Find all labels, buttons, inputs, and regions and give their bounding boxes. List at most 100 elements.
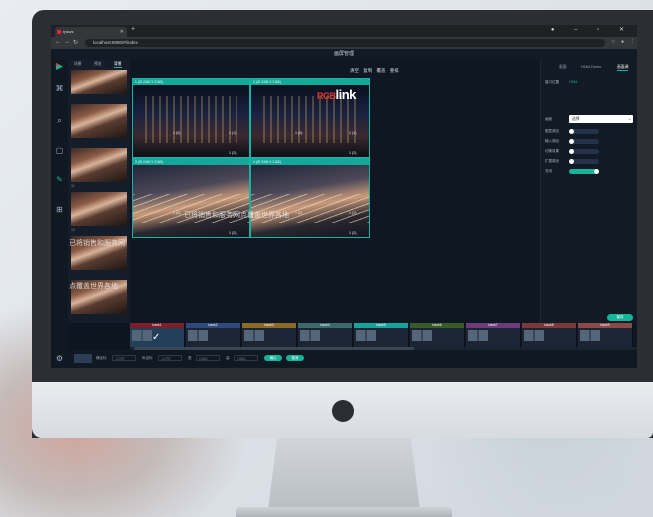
left-icon-rail: ⌘ ⌕ ▢ ✎ ⊞ bbox=[51, 60, 68, 368]
scene-layout-preview bbox=[412, 330, 432, 341]
toolbar-overlay[interactable]: 覆盖 bbox=[377, 68, 386, 73]
scene-bank-4[interactable]: bank4 bbox=[298, 323, 353, 347]
thumb-tab-1[interactable]: 预览 bbox=[94, 62, 102, 67]
scene-bank-6[interactable]: bank6 bbox=[410, 323, 465, 347]
browser-tab-title: rpsws bbox=[63, 29, 74, 34]
thumbnail-1[interactable] bbox=[71, 104, 127, 138]
save-button[interactable]: 保存 bbox=[607, 314, 633, 321]
profile-icon[interactable]: ● bbox=[621, 39, 624, 45]
prop-label: 窗口位置 bbox=[545, 80, 559, 84]
x-input[interactable]: -12797 bbox=[112, 355, 136, 361]
thumbnail-caption: 12 bbox=[71, 228, 75, 232]
toggle-input[interactable] bbox=[569, 139, 599, 144]
star-icon[interactable]: ☆ bbox=[611, 39, 615, 45]
scene-layout-preview bbox=[524, 330, 544, 341]
toggle-expand[interactable] bbox=[569, 159, 599, 164]
cancel-button[interactable]: 取消 bbox=[286, 355, 304, 361]
thumbnail-0[interactable] bbox=[71, 70, 127, 94]
layer-window-2[interactable]: 2 (ID 2400 X 2160) RGBlink 1 (0) 1 (1) 1… bbox=[250, 78, 370, 158]
preview-toolbar: 清空 复制 覆盖 重排 bbox=[350, 68, 399, 74]
scene-bank-1[interactable]: bank1 ✓ bbox=[130, 323, 185, 347]
scene-bank-name: bank1 bbox=[130, 323, 184, 328]
window-label: 1 (0) bbox=[295, 131, 303, 135]
scene-layout-preview bbox=[244, 330, 264, 341]
browser-tab-strip: rpsws ✕ + ● – ▫ ✕ bbox=[51, 25, 637, 37]
mode-select[interactable]: 选择 ⌄ bbox=[569, 115, 633, 123]
thumbnail-caption: 11 bbox=[71, 184, 75, 188]
close-tab-icon[interactable]: ✕ bbox=[120, 27, 124, 37]
scene-layout-preview bbox=[580, 330, 600, 341]
prop-label: 画面 bbox=[545, 117, 552, 121]
source-thumbnail-panel: 场景 预览 背景 11 12 已将销售和服务网 点覆盖世界各地 bbox=[68, 60, 130, 323]
scene-layout-preview bbox=[188, 330, 208, 341]
field-label: 高 bbox=[226, 356, 230, 360]
toolbar-clear[interactable]: 清空 bbox=[350, 68, 359, 73]
rgblink-logo: RGBlink bbox=[317, 87, 356, 102]
share-network-icon[interactable]: ⌘ bbox=[55, 84, 64, 93]
new-tab-icon[interactable]: + bbox=[131, 26, 135, 33]
color-swatch[interactable] bbox=[74, 354, 92, 363]
thumb-tab-0[interactable]: 场景 bbox=[74, 62, 82, 67]
toggle-close[interactable] bbox=[569, 169, 599, 174]
properties-tabs: 画面 H264 Demo 画面调 bbox=[541, 64, 637, 72]
scene-bank-9[interactable]: bank9 bbox=[578, 323, 633, 347]
bottom-position-bar: 横坐标 -12797 纵坐标 -12797 宽 10081 高 10081 确认… bbox=[68, 350, 637, 368]
scene-bank-name: bank8 bbox=[522, 323, 576, 328]
window-controls[interactable]: ● – ▫ ✕ bbox=[551, 26, 633, 33]
prop-tab-0[interactable]: 画面 bbox=[559, 65, 567, 70]
toggle-layer[interactable] bbox=[569, 129, 599, 134]
thumb-overlay-text: 点覆盖世界各地 bbox=[69, 283, 118, 290]
browser-tab[interactable]: rpsws ✕ bbox=[55, 27, 127, 37]
search-icon[interactable]: ⌕ bbox=[55, 116, 64, 125]
prop-label: 扩展调出 bbox=[545, 159, 559, 163]
scene-bank-2[interactable]: bank2 bbox=[186, 323, 241, 347]
window-label: 1 (2) bbox=[229, 231, 237, 235]
scene-bank-name: bank2 bbox=[186, 323, 240, 328]
toolbar-rearrange[interactable]: 重排 bbox=[390, 68, 399, 73]
forward-icon[interactable]: → bbox=[64, 39, 70, 45]
layer-window-1[interactable]: 1 (ID 2400 X 2160) 1 (0) 1 (1) 1 (2) bbox=[132, 78, 250, 158]
window-image bbox=[133, 165, 249, 237]
toggle-switch-effect[interactable] bbox=[569, 149, 599, 154]
y-input[interactable]: -12797 bbox=[158, 355, 182, 361]
thumbnail-3[interactable]: 12 bbox=[71, 192, 127, 232]
toolbar-copy[interactable]: 复制 bbox=[363, 68, 372, 73]
settings-gear-icon[interactable]: ⚙ bbox=[51, 350, 68, 368]
height-input[interactable]: 10081 bbox=[234, 355, 258, 361]
prop-tab-2[interactable]: 画面调 bbox=[617, 65, 629, 71]
chevron-down-icon: ⌄ bbox=[627, 117, 631, 121]
scene-bank-7[interactable]: bank7 bbox=[466, 323, 521, 347]
scene-layout-preview bbox=[132, 330, 152, 341]
layer-window-4[interactable]: 4 (ID 2400 X 2160) 1 (0) 1 (1) 1 (2) bbox=[250, 158, 370, 238]
scene-layout-preview bbox=[468, 330, 488, 341]
scene-bank-name: bank5 bbox=[354, 323, 408, 328]
brand-rgb: RGB bbox=[317, 91, 336, 101]
favicon-icon bbox=[57, 30, 61, 34]
field-label: 纵坐标 bbox=[142, 356, 153, 360]
reload-icon[interactable]: ↻ bbox=[73, 39, 78, 46]
brand-link: link bbox=[335, 87, 357, 102]
grid-icon[interactable]: ⊞ bbox=[55, 205, 64, 214]
scene-bank-5[interactable]: bank5 bbox=[354, 323, 409, 347]
thumb-tab-2[interactable]: 背景 bbox=[114, 62, 122, 68]
scene-bank-strip: bank1 ✓ bank2 bank3 bank4 bank5 bank6 bank7 bank… bbox=[130, 323, 637, 347]
square-icon[interactable]: ▢ bbox=[55, 146, 64, 155]
scene-bank-name: bank7 bbox=[466, 323, 520, 328]
scene-bank-3[interactable]: bank3 bbox=[242, 323, 297, 347]
back-icon[interactable]: ← bbox=[55, 39, 61, 45]
preview-canvas: 清空 复制 覆盖 重排 1 (ID 2400 X 2160) 1 (0) 1 (… bbox=[130, 60, 540, 323]
scene-layout-preview bbox=[356, 330, 376, 341]
edit-icon[interactable]: ✎ bbox=[55, 175, 64, 184]
width-input[interactable]: 10081 bbox=[196, 355, 220, 361]
confirm-button[interactable]: 确认 bbox=[264, 355, 282, 361]
window-image bbox=[133, 85, 249, 157]
thumbnail-2[interactable]: 11 bbox=[71, 148, 127, 188]
scene-bank-name: bank4 bbox=[298, 323, 352, 328]
prop-tab-1[interactable]: H264 Demo bbox=[581, 65, 601, 69]
scene-bank-8[interactable]: bank8 bbox=[522, 323, 577, 347]
window-label: 1 (1) bbox=[349, 131, 357, 135]
address-bar[interactable]: localhost:8080/#/index bbox=[85, 39, 605, 47]
layer-window-3[interactable]: 3 (ID 2400 X 2160) 1 (0) 1 (1) 1 (2) bbox=[132, 158, 250, 238]
field-label: 宽 bbox=[188, 356, 192, 360]
menu-icon[interactable]: ⋮ bbox=[630, 39, 635, 45]
